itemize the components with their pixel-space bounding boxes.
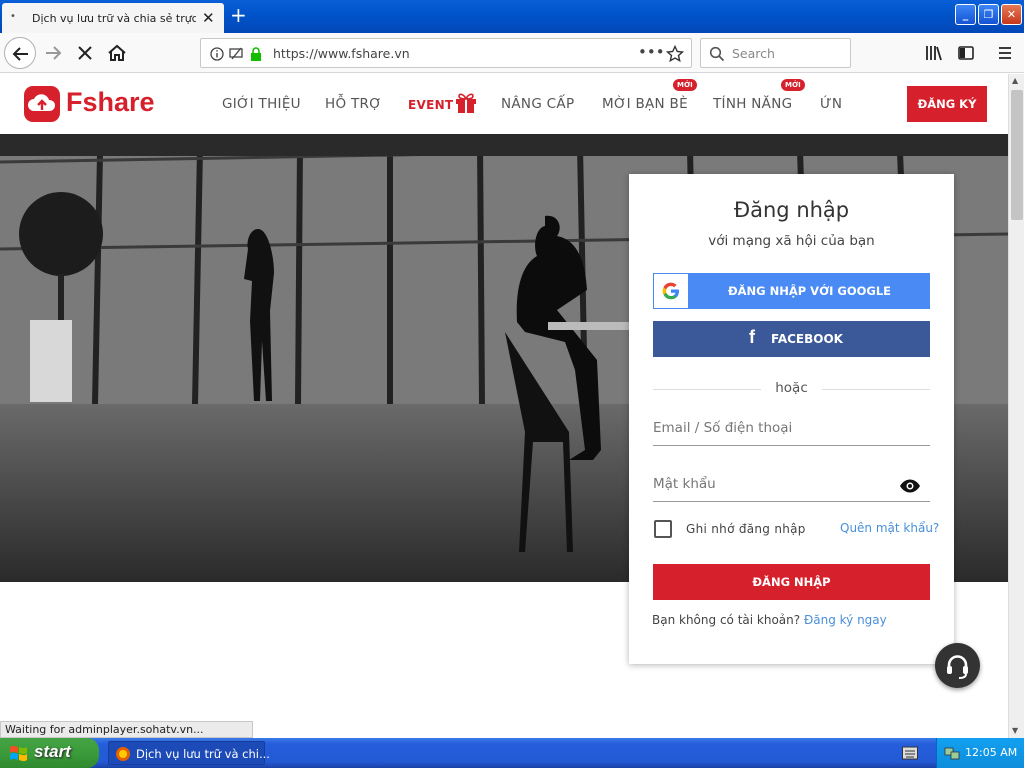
search-input[interactable]: Search xyxy=(700,38,851,68)
back-icon[interactable] xyxy=(4,37,36,69)
stop-icon[interactable] xyxy=(69,37,101,69)
taskbar-window-title: Dịch vụ lưu trữ và chi... xyxy=(136,747,270,761)
browser-tab-strip: • Dịch vụ lưu trữ và chia sẻ trực tuyến … xyxy=(0,0,1024,33)
clock: 12:05 AM xyxy=(965,746,1018,759)
sidebar-icon[interactable] xyxy=(957,44,975,62)
scroll-up-icon[interactable]: ▲ xyxy=(1012,76,1018,85)
url-text: https://www.fshare.vn xyxy=(273,46,410,61)
close-tab-icon[interactable]: ✕ xyxy=(202,9,215,27)
bookmark-star-icon[interactable] xyxy=(666,45,684,63)
no-account-text: Bạn không có tài khoản? Đăng ký ngay xyxy=(652,613,887,627)
system-tray: 12:05 AM xyxy=(936,738,1024,768)
start-label: start xyxy=(34,742,71,761)
password-field[interactable]: Mật khẩu xyxy=(653,472,930,502)
google-icon xyxy=(654,274,688,308)
headset-icon xyxy=(947,655,968,679)
scroll-down-icon[interactable]: ▼ xyxy=(1012,726,1018,735)
search-placeholder: Search xyxy=(732,46,775,61)
nav-about[interactable]: GIỚI THIỆU xyxy=(222,96,301,112)
home-icon[interactable] xyxy=(101,37,133,69)
loading-dot-icon: • xyxy=(10,11,16,22)
network-icon[interactable] xyxy=(944,745,960,761)
site-header: Fshare GIỚI THIỆU HỖ TRỢ EVENT NÂNG CẤP … xyxy=(0,74,1008,134)
google-login-label: ĐĂNG NHẬP VỚI GOOGLE xyxy=(727,284,892,298)
windows-logo-icon xyxy=(10,745,27,762)
browser-tab[interactable]: • Dịch vụ lưu trữ và chia sẻ trực tuyến … xyxy=(2,3,224,33)
site-info-icon[interactable] xyxy=(209,46,265,62)
close-window-button[interactable]: ✕ xyxy=(1001,4,1022,25)
nav-apps[interactable]: ỨN xyxy=(820,96,842,112)
show-password-eye-icon[interactable] xyxy=(899,479,921,493)
google-login-button[interactable]: ĐĂNG NHẬP VỚI GOOGLE xyxy=(653,273,930,309)
page-actions-icon[interactable]: ••• xyxy=(638,43,665,61)
search-icon xyxy=(709,46,725,62)
new-badge: MỚI xyxy=(781,79,805,91)
start-button[interactable]: start xyxy=(0,738,99,768)
register-button[interactable]: ĐĂNG KÝ xyxy=(907,86,987,122)
password-placeholder: Mật khẩu xyxy=(653,476,716,492)
or-separator: hoặc xyxy=(775,380,808,396)
remember-me-label[interactable]: Ghi nhớ đăng nhập xyxy=(686,522,806,536)
new-badge: MỚI xyxy=(673,79,697,91)
nav-upgrade[interactable]: NÂNG CẤP xyxy=(501,96,574,112)
remember-me-checkbox[interactable] xyxy=(654,520,672,538)
minimize-button[interactable]: _ xyxy=(955,4,976,25)
logo-text[interactable]: Fshare xyxy=(66,87,155,118)
address-bar[interactable]: https://www.fshare.vn ••• xyxy=(200,38,692,68)
forward-icon[interactable] xyxy=(38,37,70,69)
taskbar-firefox-window[interactable]: Dịch vụ lưu trữ và chi... xyxy=(108,741,270,765)
signup-link[interactable]: Đăng ký ngay xyxy=(804,613,887,627)
facebook-login-label: FACEBOOK xyxy=(771,332,843,346)
menu-icon[interactable] xyxy=(996,44,1014,62)
forgot-password-link[interactable]: Quên mật khẩu? xyxy=(840,521,939,535)
nav-support[interactable]: HỖ TRỢ xyxy=(325,96,382,112)
taskbar: start Dịch vụ lưu trữ và chi... 12:05 AM xyxy=(0,738,1024,768)
gift-icon[interactable] xyxy=(454,90,478,114)
divider xyxy=(822,389,930,390)
email-field[interactable]: Email / Số điện thoại xyxy=(653,416,930,446)
login-card: Đăng nhập với mạng xã hội của bạn ĐĂNG N… xyxy=(629,174,954,664)
status-text: Waiting for adminplayer.sohatv.vn... xyxy=(0,721,253,738)
vertical-scrollbar[interactable]: ▲ ▼ xyxy=(1008,74,1024,738)
support-chat-button[interactable] xyxy=(935,643,980,688)
facebook-icon: f xyxy=(749,327,755,347)
maximize-button[interactable]: ❐ xyxy=(978,4,999,25)
nav-event[interactable]: EVENT xyxy=(408,98,453,112)
login-subtitle: với mạng xã hội của bạn xyxy=(708,233,875,249)
login-title: Đăng nhập xyxy=(733,198,850,222)
login-submit-button[interactable]: ĐĂNG NHẬP xyxy=(653,564,930,600)
nav-invite-friends[interactable]: MỜI BẠN BÈ xyxy=(602,96,688,112)
keyboard-icon[interactable] xyxy=(902,746,918,760)
facebook-login-button[interactable]: f FACEBOOK xyxy=(653,321,930,357)
email-placeholder: Email / Số điện thoại xyxy=(653,420,793,436)
fshare-cloud-icon[interactable] xyxy=(24,86,60,122)
firefox-icon xyxy=(116,747,130,761)
no-account-label: Bạn không có tài khoản? xyxy=(652,613,801,627)
library-icon[interactable] xyxy=(925,44,943,62)
scrollbar-thumb[interactable] xyxy=(1011,90,1023,220)
browser-toolbar: https://www.fshare.vn ••• Search xyxy=(0,33,1024,73)
tab-title: Dịch vụ lưu trữ và chia sẻ trực tuyến xyxy=(32,12,196,25)
nav-features[interactable]: TÍNH NĂNG xyxy=(713,96,792,112)
new-tab-icon[interactable]: + xyxy=(230,3,247,27)
